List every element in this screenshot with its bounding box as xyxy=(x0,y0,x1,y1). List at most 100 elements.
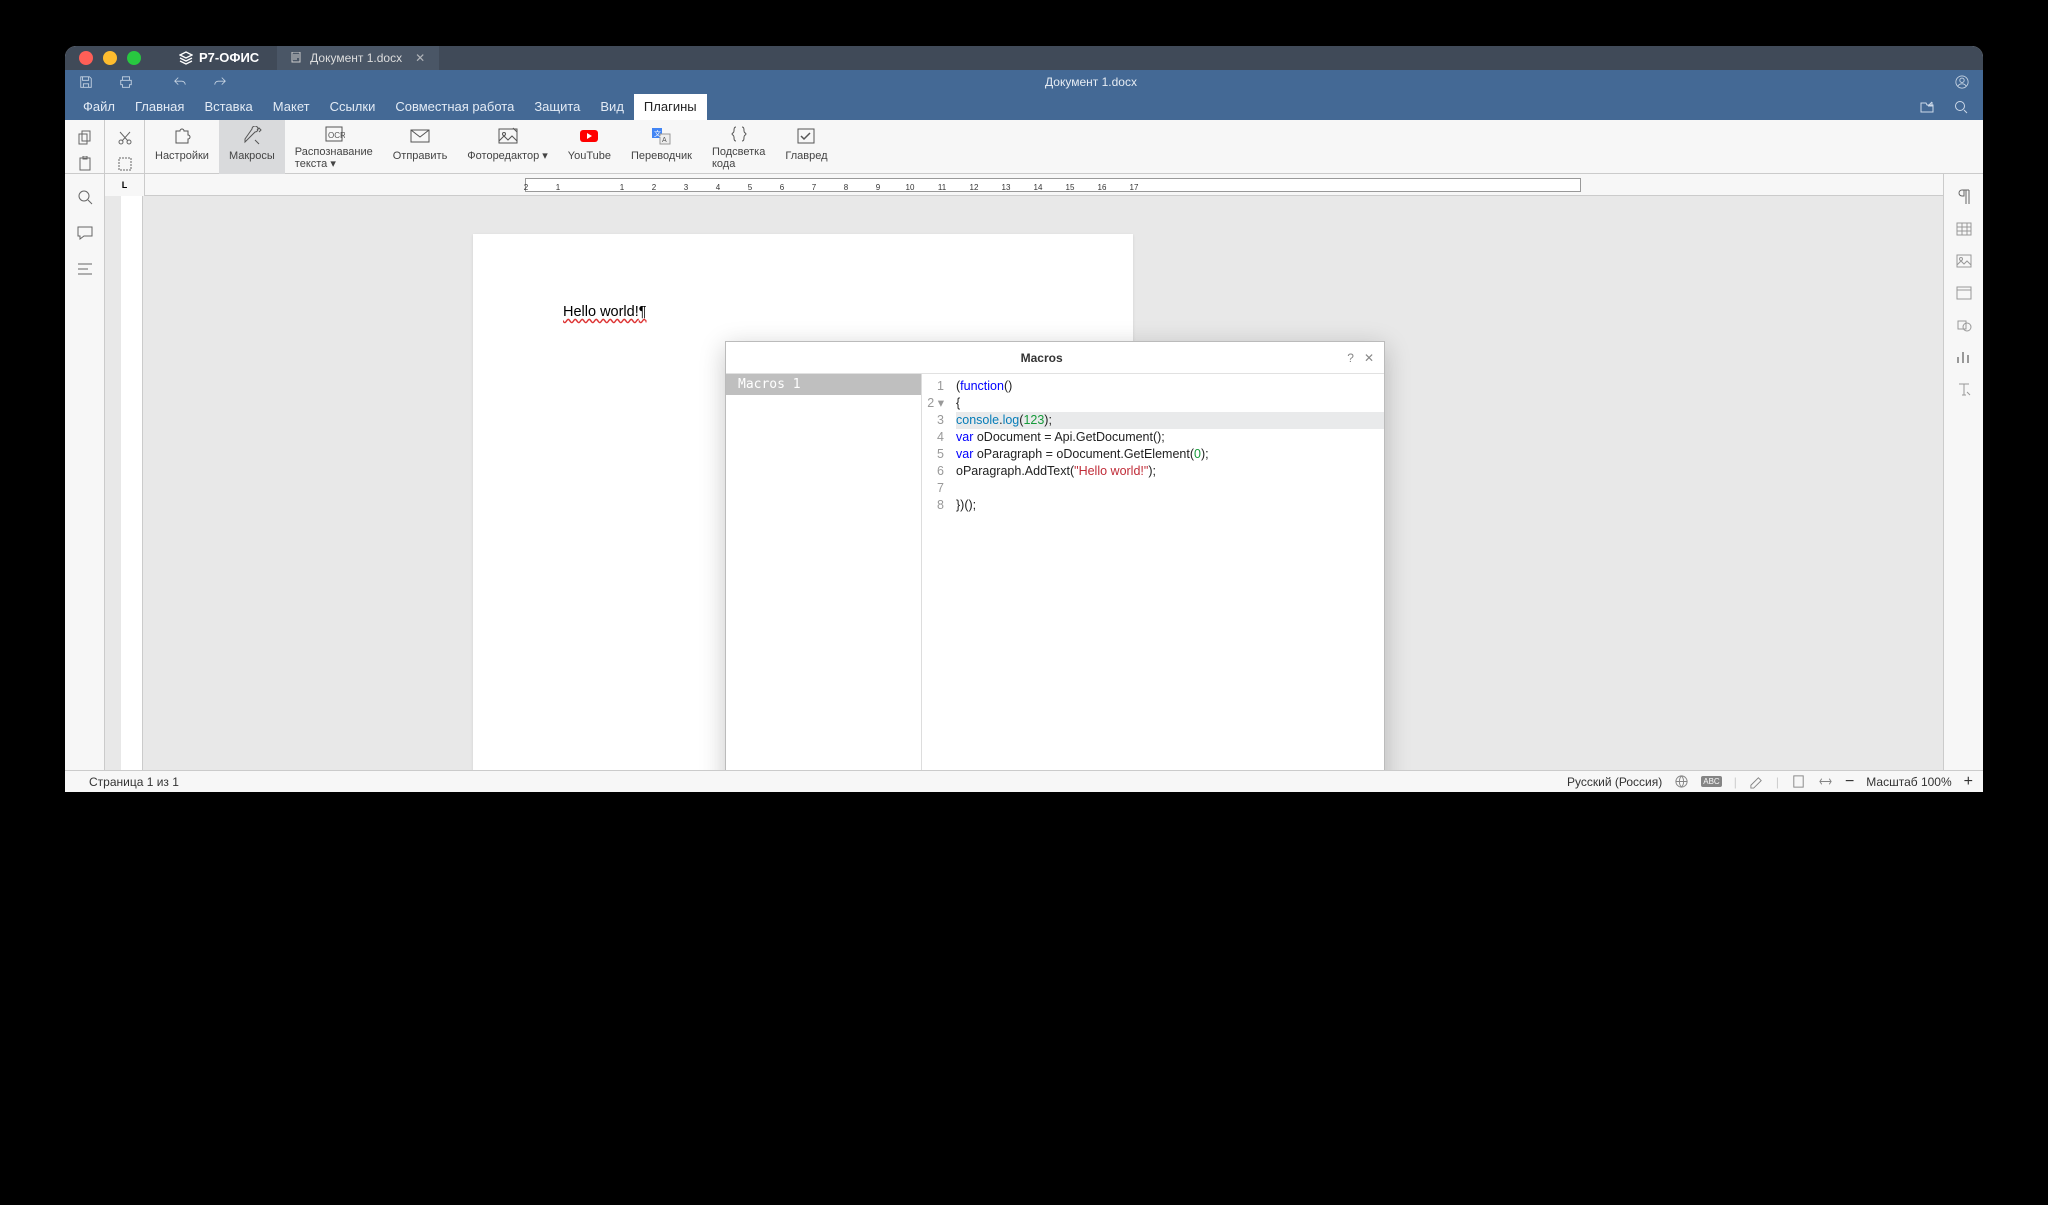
shape-settings-icon[interactable] xyxy=(1955,316,1973,334)
save-icon[interactable] xyxy=(75,71,97,93)
menu-view[interactable]: Вид xyxy=(590,94,634,120)
app-name-label: Р7-ОФИС xyxy=(199,46,259,70)
select-all-icon[interactable] xyxy=(117,156,133,172)
paste-icon[interactable] xyxy=(77,156,93,172)
maximize-window-icon[interactable] xyxy=(127,51,141,65)
photo-icon xyxy=(495,124,521,148)
logo-icon xyxy=(179,51,193,65)
paragraph-settings-icon[interactable] xyxy=(1955,188,1973,206)
header-footer-icon[interactable] xyxy=(1955,284,1973,302)
menu-file[interactable]: Файл xyxy=(73,94,125,120)
ribbon-puzzle-button[interactable]: Настройки xyxy=(145,120,219,174)
image-settings-icon[interactable] xyxy=(1955,252,1973,270)
dialog-help-icon[interactable]: ? xyxy=(1347,351,1354,365)
menu-home[interactable]: Главная xyxy=(125,94,194,120)
cut-icon[interactable] xyxy=(117,130,133,146)
ribbon-label: Распознаваниетекста ▾ xyxy=(295,146,373,170)
menu-protect[interactable]: Защита xyxy=(524,94,590,120)
globe-icon[interactable] xyxy=(1674,774,1689,789)
ribbon-check-button[interactable]: Главред xyxy=(775,120,837,174)
dialog-body: Macros 1 12 ▾345678 (function() { consol… xyxy=(726,374,1384,770)
ribbon-clipboard-column xyxy=(65,120,105,174)
menu-plugins[interactable]: Плагины xyxy=(634,94,707,120)
user-avatar-icon[interactable] xyxy=(1951,71,1973,93)
undo-icon[interactable] xyxy=(169,71,191,93)
doc-area: L 211234567891011121314151617 Hello worl… xyxy=(105,174,1943,770)
language-label[interactable]: Русский (Россия) xyxy=(1567,775,1662,789)
menu-collab[interactable]: Совместная работа xyxy=(385,94,524,120)
menu-insert[interactable]: Вставка xyxy=(194,94,262,120)
app-name-tab[interactable]: Р7-ОФИС xyxy=(161,46,277,70)
ribbon-mail-button[interactable]: Отправить xyxy=(383,120,458,174)
svg-text:A: A xyxy=(662,137,667,144)
headings-icon[interactable] xyxy=(76,260,94,278)
macro-list-item[interactable]: Macros 1 xyxy=(726,374,921,395)
zoom-out-icon[interactable]: − xyxy=(1845,773,1854,791)
print-icon[interactable] xyxy=(115,71,137,93)
macros-dialog: Macros ? ✕ Macros 1 12 ▾345678 xyxy=(725,341,1385,770)
comments-icon[interactable] xyxy=(76,224,94,242)
close-tab-icon[interactable]: ✕ xyxy=(415,46,425,70)
header-right xyxy=(1951,71,1973,93)
zoom-in-icon[interactable]: + xyxy=(1964,773,1973,791)
ribbon: Настройки Макросы OCR Распознаваниетекста ▾… xyxy=(65,120,1983,174)
document-text: Hello world!¶ xyxy=(563,304,647,320)
spellcheck-icon[interactable]: ABC xyxy=(1701,776,1721,787)
header-bar: Документ 1.docx xyxy=(65,70,1983,94)
ribbon-braces-button[interactable]: Подсветкакода xyxy=(702,120,775,174)
ribbon-label: Макросы xyxy=(229,150,275,162)
textart-settings-icon[interactable] xyxy=(1955,380,1973,398)
fit-width-icon[interactable] xyxy=(1818,774,1833,789)
dialog-close-icon[interactable]: ✕ xyxy=(1364,351,1374,365)
ribbon-label: Отправить xyxy=(393,150,448,162)
vertical-ruler[interactable] xyxy=(121,196,143,770)
search-icon[interactable] xyxy=(1953,99,1969,115)
traffic-lights xyxy=(65,51,141,65)
find-icon[interactable] xyxy=(76,188,94,206)
doc-icon xyxy=(291,52,303,64)
ribbon-translate-button[interactable]: 文AПереводчик xyxy=(621,120,702,174)
table-settings-icon[interactable] xyxy=(1955,220,1973,238)
ribbon-youtube-button[interactable]: YouTube xyxy=(558,120,621,174)
zoom-label[interactable]: Масштаб 100% xyxy=(1866,775,1951,789)
redo-icon[interactable] xyxy=(209,71,231,93)
dialog-title: Macros xyxy=(736,351,1347,365)
ribbon-label: Главред xyxy=(785,150,827,162)
code-content[interactable]: (function() { console.log(123); var oDoc… xyxy=(950,374,1384,770)
left-sidebar xyxy=(65,174,105,770)
close-window-icon[interactable] xyxy=(79,51,93,65)
ribbon-photo-button[interactable]: Фоторедактор ▾ xyxy=(457,120,557,174)
minimize-window-icon[interactable] xyxy=(103,51,117,65)
right-sidebar xyxy=(1943,174,1983,770)
mail-icon xyxy=(407,124,433,148)
code-editor[interactable]: 12 ▾345678 (function() { console.log(123… xyxy=(922,374,1384,770)
header-left xyxy=(75,71,231,93)
ribbon-label: Подсветкакода xyxy=(712,146,765,170)
macro-list: Macros 1 xyxy=(726,374,922,770)
check-icon xyxy=(793,124,819,148)
braces-icon xyxy=(726,124,752,144)
page-indicator[interactable]: Страница 1 из 1 xyxy=(75,775,179,789)
doc-canvas[interactable]: Hello world!¶ Macros ? ✕ Macros 1 xyxy=(143,196,1943,770)
youtube-icon xyxy=(576,124,602,148)
translate-icon: 文A xyxy=(648,124,674,148)
track-changes-icon[interactable] xyxy=(1749,774,1764,789)
ribbon-label: Настройки xyxy=(155,150,209,162)
ribbon-clipboard-column2 xyxy=(105,120,145,174)
ribbon-tools-button[interactable]: Макросы xyxy=(219,120,285,174)
horizontal-ruler[interactable]: L 211234567891011121314151617 xyxy=(105,174,1943,196)
fit-page-icon[interactable] xyxy=(1791,774,1806,789)
status-bar: Страница 1 из 1 Русский (Россия) ABC | |… xyxy=(65,770,1983,792)
copy-icon[interactable] xyxy=(77,130,93,146)
menu-layout[interactable]: Макет xyxy=(263,94,320,120)
svg-text:文: 文 xyxy=(654,129,661,138)
svg-text:OCR: OCR xyxy=(328,131,345,140)
chart-settings-icon[interactable] xyxy=(1955,348,1973,366)
document-tab[interactable]: Документ 1.docx ✕ xyxy=(277,46,439,70)
menu-links[interactable]: Ссылки xyxy=(320,94,386,120)
titlebar: Р7-ОФИС Документ 1.docx ✕ xyxy=(65,46,1983,70)
open-location-icon[interactable] xyxy=(1919,99,1935,115)
ribbon-ocr-button[interactable]: OCR Распознаваниетекста ▾ xyxy=(285,120,383,174)
ruler-corner: L xyxy=(105,174,145,196)
code-gutter: 12 ▾345678 xyxy=(922,374,950,770)
